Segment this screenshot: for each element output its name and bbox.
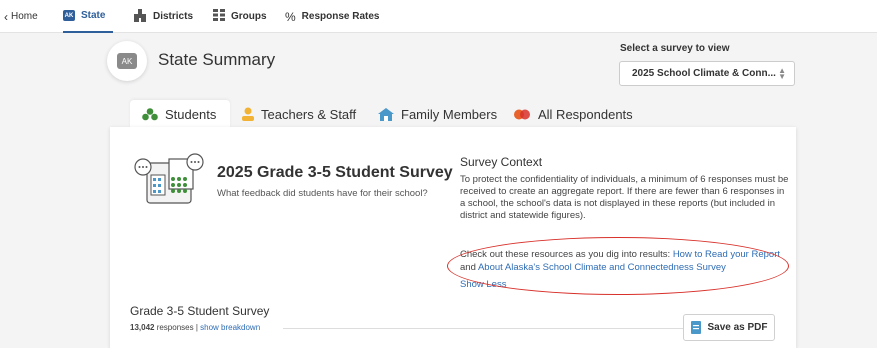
survey-context-body: To protect the confidentiality of indivi… [460, 174, 789, 221]
top-nav: ‹ Home AK State Districts Groups % Respo… [0, 0, 877, 33]
divider [283, 328, 683, 329]
chevron-left-icon: ‹ [4, 9, 8, 24]
survey-context-title: Survey Context [460, 155, 543, 169]
tab-teachers-label: Teachers & Staff [261, 106, 357, 122]
save-as-pdf-label: Save as PDF [707, 322, 768, 333]
tab-state[interactable]: AK State [63, 0, 114, 33]
tab-students-label: Students [165, 106, 217, 122]
save-as-pdf-button[interactable]: Save as PDF [683, 314, 775, 341]
responses-suffix: responses | [154, 323, 201, 332]
groups-label: Groups [231, 11, 267, 22]
home-label: Home [11, 11, 38, 22]
home-link[interactable]: ‹ Home [4, 0, 38, 33]
districts-label: Districts [153, 11, 194, 22]
tab-students[interactable]: Students [130, 100, 230, 128]
show-breakdown-link[interactable]: show breakdown [200, 323, 260, 332]
tab-response-rates[interactable]: % Response Rates [285, 0, 379, 33]
tab-family-members[interactable]: Family Members [378, 100, 497, 128]
tab-teachers-staff[interactable]: Teachers & Staff [242, 100, 356, 128]
survey-subtitle: What feedback did students have for thei… [217, 188, 428, 199]
state-badge-icon: AK [63, 10, 75, 21]
survey-select-label: Select a survey to view [620, 43, 730, 54]
select-caret-icon: ▲ ▼ [778, 66, 786, 81]
teacher-icon [242, 107, 254, 121]
state-label: State [81, 10, 106, 21]
pdf-file-icon [690, 321, 702, 334]
summary-title: Grade 3-5 Student Survey [130, 304, 270, 318]
response-rates-label: Response Rates [301, 11, 380, 22]
responses-count: 13,042 [130, 323, 155, 332]
survey-select-value: 2025 School Climate & Conn... [632, 68, 776, 79]
house-icon [378, 107, 394, 121]
responses-line: 13,042 responses | show breakdown [130, 323, 260, 332]
annotation-circle [447, 237, 789, 295]
ak-badge-icon: AK [117, 53, 137, 69]
survey-select[interactable]: 2025 School Climate & Conn... ▲ ▼ [619, 61, 795, 86]
respondents-icon [513, 109, 531, 120]
tab-districts[interactable]: Districts [133, 0, 193, 33]
percent-icon: % [285, 9, 296, 24]
tab-all-respondents[interactable]: All Respondents [513, 100, 633, 128]
tab-family-label: Family Members [401, 106, 498, 122]
survey-title: 2025 Grade 3-5 Student Survey [217, 164, 453, 181]
groups-grid-icon [213, 9, 225, 24]
school-building-icon [133, 8, 147, 25]
tab-all-label: All Respondents [538, 106, 633, 122]
students-icon [142, 107, 158, 121]
state-avatar: AK [107, 41, 147, 81]
tab-groups[interactable]: Groups [213, 0, 267, 33]
page-title: State Summary [158, 50, 276, 69]
survey-illustration-icon [133, 153, 205, 212]
